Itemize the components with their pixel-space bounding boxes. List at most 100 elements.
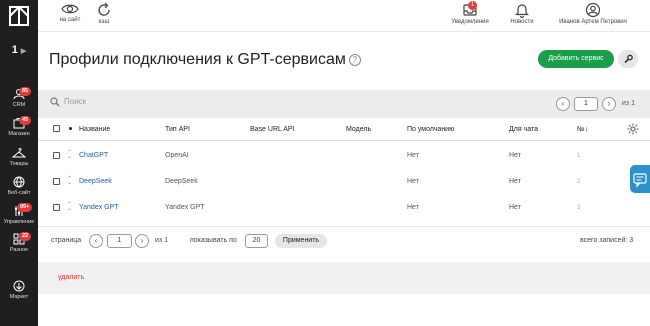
row-default: Нет	[407, 204, 419, 211]
page-number-input[interactable]: 1	[107, 234, 132, 248]
search-icon	[50, 97, 60, 107]
cache-label: кэш	[98, 19, 110, 25]
sidebar-item-website[interactable]: Веб-сайт	[0, 176, 38, 196]
per-page-input[interactable]: 20	[245, 234, 268, 248]
notifications-label: Уведомления	[451, 19, 489, 25]
shop-badge: 45	[19, 116, 32, 125]
sidebar: 1 ▶ CRM 85 Магазин 45 Товары Веб-сайт Упр…	[0, 0, 38, 326]
apply-button[interactable]: Применить	[275, 234, 327, 248]
row-number: 2	[577, 179, 581, 185]
eye-icon	[61, 4, 79, 14]
notifications-button[interactable]: Уведомления 1	[449, 1, 491, 25]
hanger-icon	[12, 147, 26, 158]
total-records: всего записей: 3	[580, 237, 634, 244]
market-icon	[13, 280, 25, 292]
row-checkbox[interactable]	[53, 204, 60, 211]
add-service-button[interactable]: Добавить сервис	[538, 50, 614, 68]
bulk-actions-bar: удалить	[38, 262, 650, 294]
to-site-label: на сайт	[59, 17, 81, 23]
help-icon[interactable]: ?	[348, 53, 361, 66]
sidebar-item-label: Управление	[3, 219, 35, 225]
control-badge: 99+	[17, 203, 33, 212]
tools-button[interactable]	[618, 50, 638, 68]
column-number[interactable]: №↓	[577, 126, 588, 133]
user-avatar-icon	[585, 2, 601, 18]
row-checkbox[interactable]	[53, 178, 60, 185]
row-name-link[interactable]: Yandex GPT	[79, 204, 119, 211]
next-page-button[interactable]: ›	[135, 234, 149, 248]
sidebar-item-label: Маркет	[9, 294, 29, 300]
column-for-chat[interactable]: Для чата	[509, 126, 538, 133]
row-default: Нет	[407, 178, 419, 185]
chevron-right-icon: ▶	[20, 48, 27, 55]
table-row[interactable]: ⌃ ⌄ DeepSeek DeepSeek Нет Нет 2	[38, 169, 650, 195]
page-title-text: Профили подключения к GPT-сервисам	[49, 51, 346, 68]
per-page-label: показывать по	[190, 237, 237, 244]
website-icon	[13, 176, 25, 188]
logo-icon[interactable]	[9, 6, 29, 26]
row-name-link[interactable]: DeepSeek	[79, 178, 112, 185]
column-base-url[interactable]: Base URL API	[250, 126, 295, 133]
page-count: из 1	[622, 100, 635, 107]
sidebar-item-label: Магазин	[8, 131, 30, 137]
sidebar-item-label: Товары	[9, 161, 29, 167]
cache-button[interactable]: кэш	[94, 2, 114, 25]
header-dot	[69, 127, 72, 130]
gear-icon[interactable]	[627, 123, 639, 135]
search-input[interactable]: Поиск	[50, 97, 86, 107]
table-row[interactable]: ⌃ ⌄ ChatGPT OpenAI Нет Нет 1	[38, 143, 650, 169]
delete-link[interactable]: удалить	[58, 274, 84, 281]
page-number-input[interactable]: 1	[574, 97, 598, 111]
prev-page-button[interactable]: ‹	[89, 234, 103, 248]
row-for-chat: Нет	[509, 152, 521, 159]
project-number: 1	[11, 44, 18, 56]
sidebar-item-label: Разное	[9, 247, 29, 253]
prev-page-button[interactable]: ‹	[556, 97, 570, 111]
user-name: Иванов Артем Петрович	[559, 19, 627, 25]
sidebar-item-market[interactable]: Маркет	[0, 280, 38, 300]
drag-handle-icon[interactable]: ⌃ ⌄	[67, 176, 72, 186]
drag-handle-icon[interactable]: ⌃ ⌄	[67, 202, 72, 212]
notifications-badge: 1	[468, 1, 477, 10]
row-api-type: DeepSeek	[165, 178, 198, 185]
row-for-chat: Нет	[509, 178, 521, 185]
page-title: Профили подключения к GPT-сервисам?	[49, 51, 361, 69]
select-all-checkbox[interactable]	[53, 125, 60, 132]
sidebar-item-label: CRM	[12, 102, 26, 108]
user-menu[interactable]: Иванов Артем Петрович	[553, 2, 633, 25]
row-for-chat: Нет	[509, 204, 521, 211]
refresh-icon	[98, 2, 110, 16]
next-page-button[interactable]: ›	[602, 97, 616, 111]
drag-handle-icon[interactable]: ⌃ ⌄	[67, 150, 72, 160]
page-count: из 1	[155, 237, 168, 244]
table-row[interactable]: ⌃ ⌄ Yandex GPT Yandex GPT Нет Нет 3	[38, 195, 650, 221]
misc-badge: 22	[19, 232, 32, 241]
page-label: страница	[51, 237, 82, 244]
column-api-type[interactable]: Тип API	[165, 126, 190, 133]
row-api-type: Yandex GPT	[165, 204, 205, 211]
table-header: Название Тип API Base URL API Модель По …	[38, 119, 650, 141]
to-site-button[interactable]: на сайт	[58, 2, 82, 23]
bell-icon	[515, 4, 529, 18]
chat-widget-button[interactable]	[630, 165, 650, 193]
column-model[interactable]: Модель	[346, 126, 371, 133]
search-placeholder: Поиск	[64, 97, 87, 107]
top-bar: на сайт кэш Уведомления 1 Новости Иванов…	[38, 0, 650, 32]
row-default: Нет	[407, 152, 419, 159]
project-selector[interactable]: 1 ▶	[0, 44, 38, 56]
sidebar-item-goods[interactable]: Товары	[0, 147, 38, 167]
column-default[interactable]: По умолчанию	[407, 126, 454, 133]
row-name-link[interactable]: ChatGPT	[79, 152, 108, 159]
chat-icon	[633, 173, 647, 188]
column-name[interactable]: Название	[79, 126, 110, 133]
search-bar: Поиск ‹ 1 › из 1	[38, 90, 650, 118]
pagination-bar: страница ‹ 1 › из 1 показывать по 20 При…	[38, 226, 650, 254]
wrench-icon	[624, 54, 633, 64]
row-number: 1	[577, 153, 581, 159]
row-checkbox[interactable]	[53, 152, 60, 159]
crm-badge: 85	[19, 87, 32, 96]
row-api-type: OpenAI	[165, 152, 189, 159]
row-number: 3	[577, 205, 581, 211]
news-button[interactable]: Новости	[508, 2, 536, 25]
news-label: Новости	[510, 19, 534, 25]
